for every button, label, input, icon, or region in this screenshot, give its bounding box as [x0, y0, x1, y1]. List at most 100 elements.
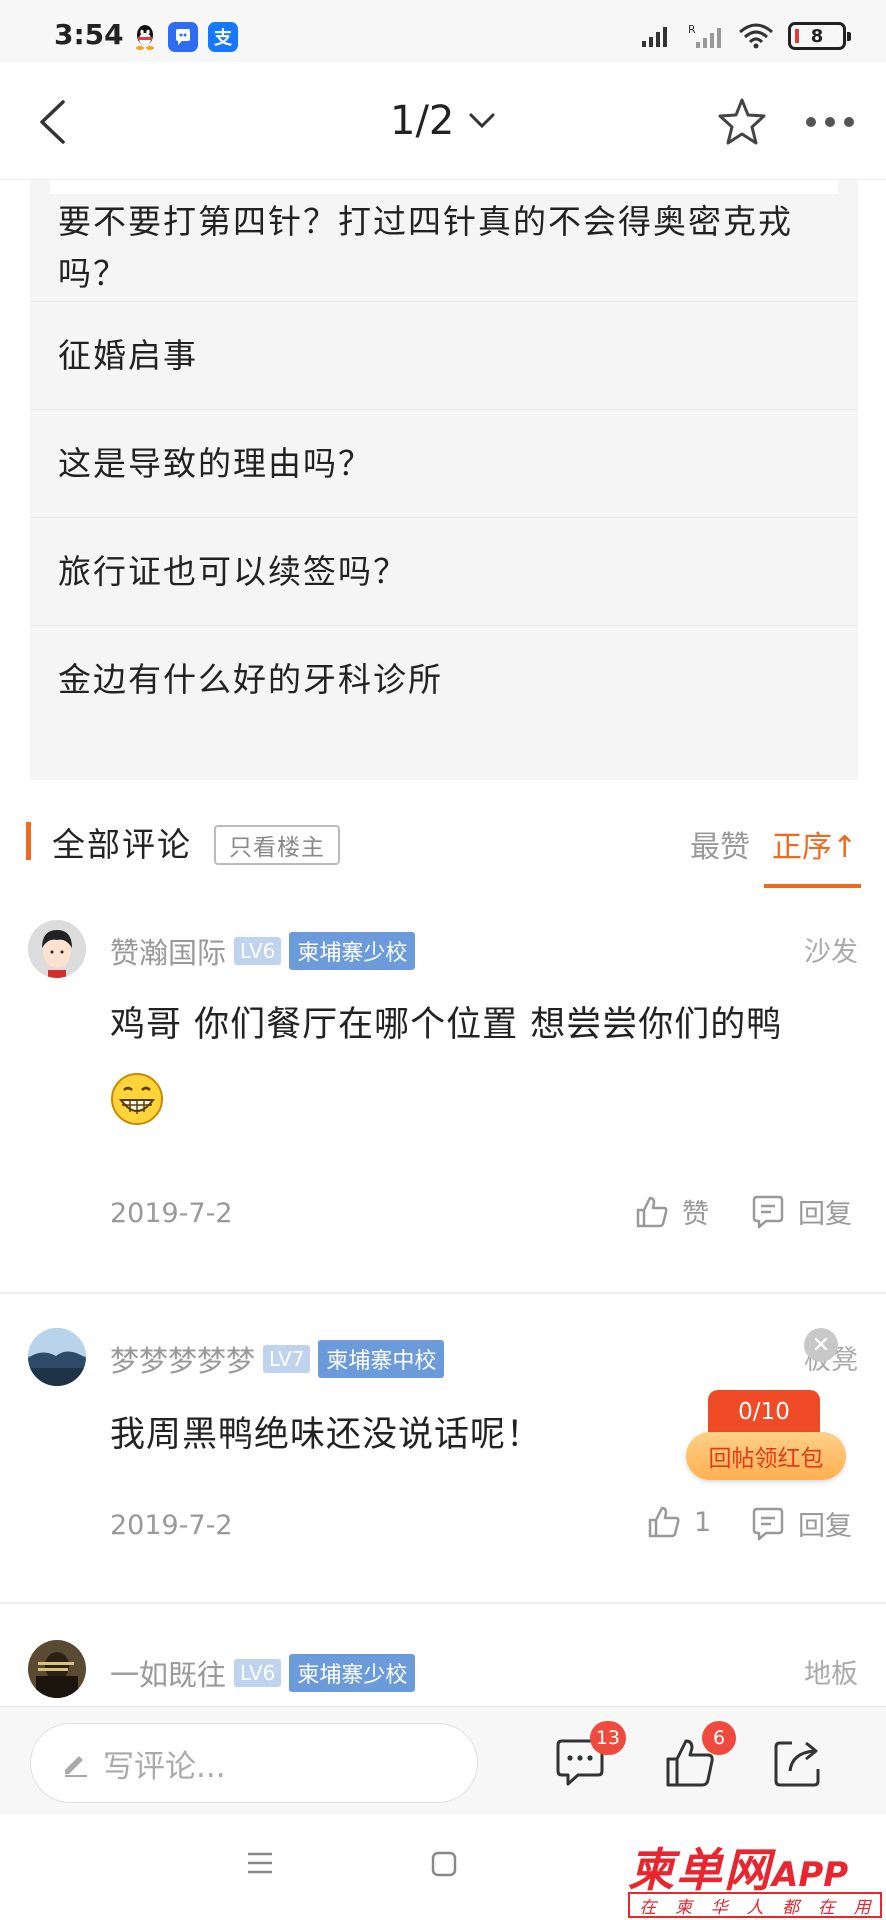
- related-post-item[interactable]: 金边有什么好的牙科诊所: [30, 626, 858, 734]
- comment-text: 我周黑鸭绝味还没说话呢！: [110, 1415, 543, 1455]
- battery-icon: 8: [788, 22, 851, 50]
- watermark-char: 华: [710, 1897, 728, 1918]
- comment-text: 鸡哥 你们餐厅在哪个位置 想尝尝你们的鸭: [110, 1005, 783, 1045]
- qq-icon: [130, 22, 160, 52]
- status-time: 3:54: [54, 18, 124, 51]
- avatar[interactable]: [28, 920, 86, 978]
- battery-level: 8: [810, 25, 824, 47]
- page-indicator: 1/2: [390, 98, 455, 144]
- reply-bubble-icon: [752, 1507, 784, 1540]
- back-button[interactable]: [22, 92, 82, 152]
- watermark-char: 在: [817, 1897, 835, 1918]
- related-posts: 要不要打第四针？打过四针真的不会得奥密克戎吗？ 征婚启事 这是导致的理由吗？ 旅…: [30, 180, 858, 780]
- menu-icon[interactable]: [246, 1850, 274, 1880]
- comments-title: 全部评论: [52, 825, 192, 864]
- share-icon: [774, 1741, 820, 1787]
- pencil-icon: [65, 1756, 87, 1777]
- reply-label: 回复: [798, 1199, 852, 1230]
- sort-order-tab[interactable]: 正序↑: [772, 822, 857, 866]
- share-button[interactable]: [770, 1735, 826, 1791]
- write-comment-input[interactable]: 写评论...: [30, 1723, 478, 1803]
- comments-header: 全部评论 只看楼主 最赞 正序↑: [0, 780, 886, 890]
- related-post-title: 要不要打第四针？打过四针真的不会得奥密克戎吗？: [58, 201, 793, 293]
- rank-badge: 柬埔寨中校: [318, 1340, 445, 1378]
- floor-label: 地板: [804, 1659, 858, 1690]
- comment-item: 一如既往 LV6 柬埔寨少校 地板: [0, 1606, 886, 1706]
- floor-label: 沙发: [804, 937, 858, 968]
- comment-divider: [0, 1292, 886, 1294]
- favorite-button[interactable]: [712, 92, 772, 152]
- watermark-app: APP: [772, 1855, 849, 1895]
- comment-item: 赞瀚国际 LV6 柬埔寨少校 沙发 鸡哥 你们餐厅在哪个位置 想尝尝你们的鸭 2…: [0, 890, 886, 1290]
- related-post-title: 旅行证也可以续签吗？: [58, 551, 408, 591]
- comment-author[interactable]: 一如既往: [110, 1652, 226, 1694]
- related-top-divider: [50, 180, 838, 194]
- related-post-item[interactable]: 旅行证也可以续签吗？: [30, 518, 858, 626]
- related-post-item[interactable]: 要不要打第四针？打过四针真的不会得奥密克戎吗？: [30, 194, 858, 302]
- star-icon: [718, 98, 766, 145]
- related-post-title: 这是导致的理由吗？: [58, 443, 373, 483]
- red-packet-count[interactable]: 0/10: [708, 1390, 820, 1434]
- related-post-title: 金边有什么好的牙科诊所: [58, 660, 443, 699]
- section-accent-bar: [26, 822, 31, 860]
- related-post-title: 征婚启事: [58, 335, 198, 375]
- related-post-item[interactable]: 征婚启事: [30, 302, 858, 410]
- watermark-char: 都: [782, 1897, 800, 1918]
- reply-bubble-icon: [752, 1195, 784, 1228]
- reply-button[interactable]: 回复: [750, 1504, 852, 1543]
- close-icon[interactable]: ✕: [804, 1328, 838, 1362]
- like-button[interactable]: 1: [646, 1504, 711, 1540]
- status-indicators: R 8: [640, 22, 851, 50]
- comment-author-row: 赞瀚国际 LV6 柬埔寨少校: [110, 930, 416, 972]
- alipay-icon: 支: [208, 22, 238, 52]
- page-selector[interactable]: 1/2: [390, 98, 496, 144]
- watermark-slogan: 在 柬 华 人 都 在 用: [628, 1892, 882, 1918]
- rank-badge: 柬埔寨少校: [289, 932, 416, 970]
- svg-text:R: R: [688, 23, 696, 36]
- comment-divider: [0, 1602, 886, 1604]
- comment-author[interactable]: 赞瀚国际: [110, 930, 226, 972]
- chat-app-icon: [168, 22, 198, 52]
- watermark-char: 人: [746, 1897, 764, 1918]
- signal-icon: [642, 27, 667, 47]
- watermark-char: 用: [853, 1897, 871, 1918]
- level-badge: LV6: [234, 937, 282, 965]
- comments-button[interactable]: 13: [552, 1721, 626, 1791]
- comment-author-row: 一如既往 LV6 柬埔寨少校: [110, 1652, 416, 1694]
- watermark-logo: 柬单网APP: [628, 1834, 848, 1900]
- chevron-down-icon: [469, 113, 495, 129]
- like-button[interactable]: 赞: [634, 1192, 709, 1231]
- bottom-comment-bar: 写评论... 13 6: [0, 1706, 886, 1814]
- back-arrow-icon: [40, 100, 65, 144]
- watermark-char: 柬: [675, 1897, 693, 1918]
- more-icon[interactable]: [800, 92, 860, 152]
- rank-badge: 柬埔寨少校: [289, 1654, 416, 1692]
- home-icon[interactable]: [430, 1850, 458, 1882]
- reply-label: 回复: [798, 1511, 852, 1542]
- grin-emoji-icon: [110, 1072, 164, 1130]
- like-count: 1: [694, 1506, 712, 1538]
- like-label: 赞: [682, 1199, 709, 1230]
- related-post-item[interactable]: 这是导致的理由吗？: [30, 410, 858, 518]
- like-post-button[interactable]: 6: [662, 1721, 736, 1791]
- watermark-main: 柬单网: [628, 1843, 772, 1897]
- comment-date: 2019-7-2: [110, 1510, 233, 1541]
- status-bar: 3:54 支 R 8: [0, 0, 886, 62]
- thumbs-up-icon: [636, 1196, 668, 1227]
- reply-button[interactable]: 回复: [750, 1192, 852, 1231]
- sort-best-tab[interactable]: 最赞: [690, 822, 750, 866]
- red-packet-button[interactable]: 回帖领红包: [686, 1432, 846, 1480]
- wifi-icon: [739, 23, 773, 49]
- signal-r-icon: R: [688, 23, 721, 48]
- avatar[interactable]: [28, 1640, 86, 1698]
- comment-author-row: 梦梦梦梦梦 LV7 柬埔寨中校: [110, 1338, 445, 1380]
- active-tab-underline: [764, 884, 861, 888]
- comment-count-badge: 13: [589, 1721, 626, 1755]
- watermark-char: 在: [639, 1897, 657, 1918]
- avatar[interactable]: [28, 1328, 86, 1386]
- only-op-button[interactable]: 只看楼主: [214, 825, 340, 865]
- comment-author[interactable]: 梦梦梦梦梦: [110, 1338, 255, 1380]
- like-count-badge: 6: [702, 1721, 736, 1755]
- write-comment-placeholder: 写评论...: [103, 1748, 226, 1785]
- level-badge: LV7: [263, 1345, 311, 1373]
